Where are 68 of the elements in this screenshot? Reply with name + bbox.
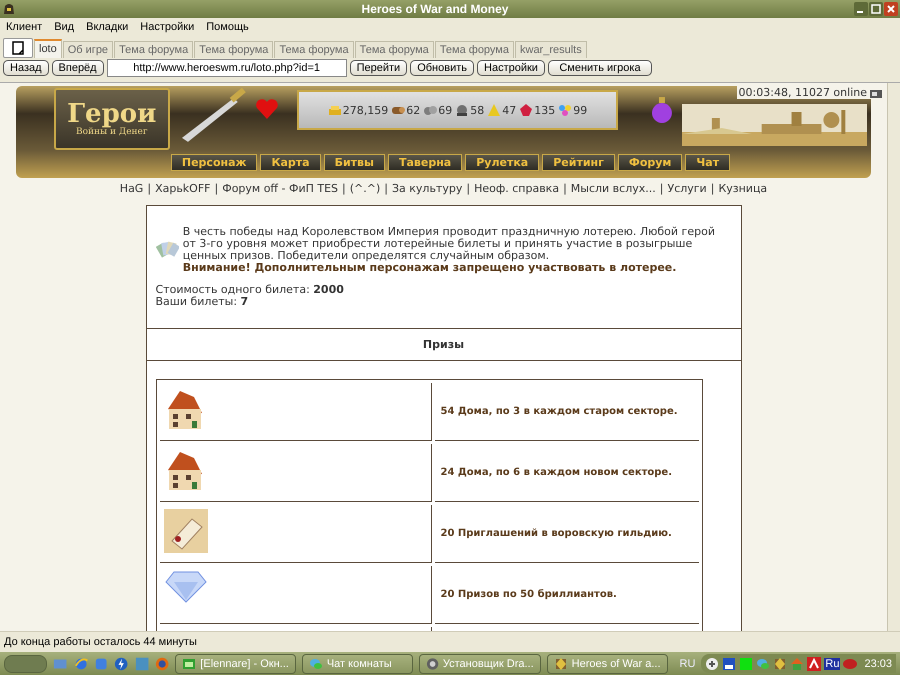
browser-tab[interactable]: Об игре xyxy=(62,41,114,58)
link-separator: | xyxy=(214,182,218,195)
browser-tab[interactable]: loto xyxy=(34,39,62,58)
resource-count: 135 xyxy=(534,104,556,116)
forum-link[interactable]: Услуги xyxy=(667,182,707,195)
forum-link[interactable]: Кузница xyxy=(718,182,768,195)
toolbar-button[interactable]: Настройки xyxy=(477,60,545,76)
browser-tab[interactable]: Тема форума xyxy=(274,41,354,58)
nav-button[interactable]: Форум xyxy=(618,154,682,171)
link-separator: | xyxy=(660,182,664,195)
nav-button[interactable]: Рулетка xyxy=(465,154,540,171)
forward-button[interactable]: Вперёд xyxy=(52,60,104,76)
browser-tab[interactable]: Тема форума xyxy=(354,41,434,58)
forum-link[interactable]: (^.^) xyxy=(350,182,380,195)
forum-link[interactable]: Форум off - ФиП TES xyxy=(222,182,338,195)
online-status: 00:03:48, 11027 online xyxy=(738,86,867,99)
prize-description: 24 Дома, по 6 в каждом новом секторе. xyxy=(440,467,672,478)
status-text: До конца работы осталось 44 минуты xyxy=(4,636,197,648)
link-separator: | xyxy=(563,182,567,195)
link-separator: | xyxy=(466,182,470,195)
nav-button[interactable]: Карта xyxy=(260,154,321,171)
menu-item[interactable]: Клиент xyxy=(6,21,42,33)
menu-item[interactable]: Помощь xyxy=(206,21,249,33)
prize-description: 54 Дома, по 3 в каждом старом секторе. xyxy=(440,406,678,417)
window-title: Heroes of War and Money xyxy=(360,2,510,16)
resource-count: 58 xyxy=(470,104,484,116)
link-separator: | xyxy=(710,182,714,195)
menu-item[interactable]: Вкладки xyxy=(86,21,128,33)
toolbar-button[interactable]: Сменить игрока xyxy=(548,60,652,76)
menu-item[interactable]: Настройки xyxy=(140,21,194,33)
resource-count: 278,159 xyxy=(342,104,388,116)
forum-link[interactable]: За культуру xyxy=(392,182,462,195)
toolbar-button[interactable]: Перейти xyxy=(350,60,408,76)
nav-button[interactable]: Рейтинг xyxy=(542,154,615,171)
browser-tab[interactable]: Тема форума xyxy=(194,41,274,58)
nav-button[interactable]: Таверна xyxy=(388,154,462,171)
nav-button[interactable]: Чат xyxy=(685,154,730,171)
forum-link[interactable]: Мысли вслух... xyxy=(570,182,656,195)
browser-tab[interactable]: Тема форума xyxy=(434,41,514,58)
tray-badge[interactable]: Ru xyxy=(824,658,840,670)
address-field[interactable]: http://www.heroeswm.ru/loto.php?id=1 xyxy=(106,59,347,77)
ticket-price: Стоимость одного билета: 2000 xyxy=(156,284,345,296)
resource-count: 99 xyxy=(573,104,588,116)
link-separator: | xyxy=(384,182,388,195)
forum-link[interactable]: ХарьkOFF xyxy=(155,182,210,195)
prize-description: 20 Призов по 50 бриллиантов. xyxy=(440,589,617,600)
browser-tab[interactable]: kwar_results xyxy=(515,41,587,58)
clock: 23:03 xyxy=(864,658,892,670)
browser-tab[interactable]: Тема форума xyxy=(114,41,194,58)
back-button[interactable]: Назад xyxy=(3,60,49,76)
resource-count: 47 xyxy=(502,104,516,116)
toolbar-button[interactable]: Обновить xyxy=(410,60,474,76)
link-separator: | xyxy=(147,182,152,195)
prize-description: 20 Приглашений в воровскую гильдию. xyxy=(440,528,672,539)
forum-link[interactable]: Неоф. справка xyxy=(474,182,560,195)
ticket-count: Ваши билеты: 7 xyxy=(156,296,250,308)
logo-subtitle: Войны и Денег xyxy=(76,127,148,137)
nav-button[interactable]: Битвы xyxy=(324,154,385,171)
logo-title: Герои xyxy=(67,101,156,127)
warning-text: Внимание! Дополнительным персонажам запрещено участвовать в лотерее. xyxy=(182,262,678,274)
resource-count: 69 xyxy=(438,104,452,116)
prizes-heading: Призы xyxy=(146,329,740,361)
forum-link[interactable]: HaG xyxy=(120,182,144,195)
lottery-description: В честь победы над Королевством Империя проводит праздничную лотерею. Любой герой от 3-го уровня может приобрести лотерейные билеты и принять участие в розыгрыше ценных призов. Победители определятся случайным образом. xyxy=(182,226,716,262)
resource-count: 62 xyxy=(406,104,420,116)
nav-button[interactable]: Персонаж xyxy=(170,154,258,171)
menu-item[interactable]: Вид xyxy=(54,21,74,33)
link-separator: | xyxy=(342,182,346,195)
